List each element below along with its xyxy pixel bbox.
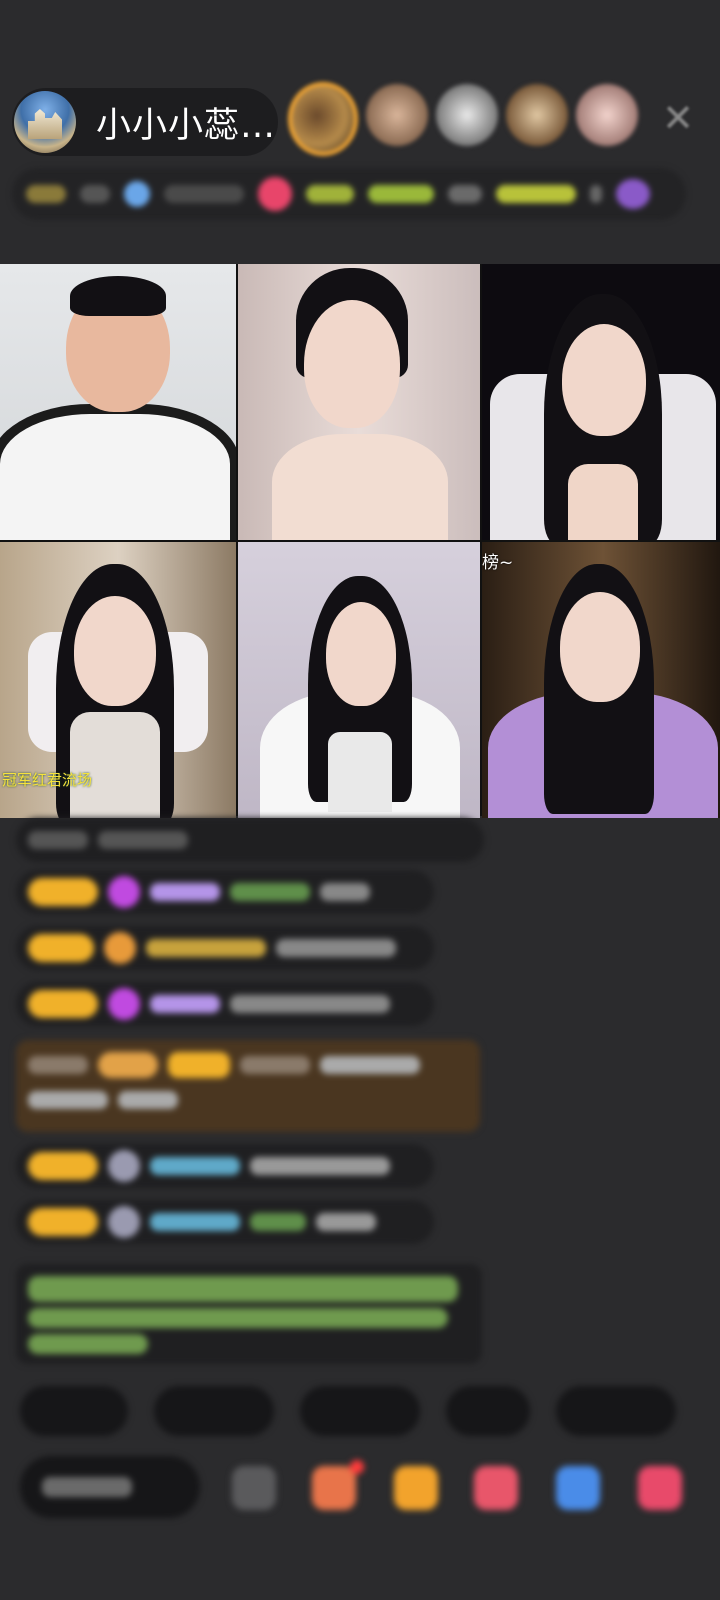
- guest-figure: [272, 434, 448, 540]
- tile-caption: 榜~: [482, 553, 514, 573]
- chat-message[interactable]: [16, 982, 434, 1026]
- share-icon[interactable]: [556, 1466, 600, 1510]
- viewer-avatar[interactable]: [506, 84, 568, 146]
- video-tile-3[interactable]: [482, 264, 720, 540]
- notification-dot: [350, 1460, 364, 1474]
- heart-gift-icon[interactable]: [474, 1466, 518, 1510]
- gift-box-icon[interactable]: [312, 1466, 356, 1510]
- video-tile-6[interactable]: 榜~: [482, 542, 720, 818]
- bottom-action-bar: [20, 1456, 720, 1528]
- multi-guest-video-grid: 冠军红君流场 榜~: [0, 264, 720, 818]
- comment-input[interactable]: [20, 1456, 200, 1518]
- top-viewers-list: [288, 82, 638, 156]
- chat-message[interactable]: [16, 818, 484, 862]
- video-tile-5[interactable]: [238, 542, 480, 818]
- chat-message[interactable]: [16, 870, 434, 914]
- close-icon[interactable]: ✕: [658, 98, 698, 138]
- chat-message[interactable]: [16, 926, 434, 970]
- video-tile-1[interactable]: [0, 264, 236, 540]
- system-notice: [16, 1264, 482, 1364]
- emoji-icon[interactable]: [232, 1466, 276, 1510]
- viewer-avatar[interactable]: [436, 84, 498, 146]
- guest-figure: [0, 404, 236, 540]
- guest-figure: [70, 276, 166, 316]
- chat-message-highlight[interactable]: [16, 1040, 480, 1132]
- viewer-avatar[interactable]: [288, 82, 358, 156]
- guest-figure: [326, 602, 396, 706]
- tile-caption: 冠军红君流场: [2, 771, 93, 789]
- host-name: 小小小蕊…: [96, 105, 277, 146]
- quick-chip[interactable]: [446, 1386, 530, 1436]
- viewer-avatar[interactable]: [366, 84, 428, 146]
- viewer-avatar[interactable]: [576, 84, 638, 146]
- ranking-strip[interactable]: [12, 168, 686, 220]
- guest-figure: [560, 592, 640, 702]
- video-tile-2[interactable]: [238, 264, 480, 540]
- quick-chip[interactable]: [20, 1386, 128, 1436]
- host-profile-pill[interactable]: 小小小蕊…: [12, 88, 278, 156]
- chat-message[interactable]: [16, 1200, 434, 1244]
- guest-figure: [74, 596, 156, 706]
- guest-figure: [304, 300, 400, 428]
- guest-figure: [328, 732, 392, 812]
- quick-chip[interactable]: [300, 1386, 420, 1436]
- guest-figure: [568, 464, 638, 540]
- quick-reply-chips: [20, 1386, 720, 1436]
- host-avatar[interactable]: [14, 91, 76, 153]
- video-tile-4[interactable]: 冠军红君流场: [0, 542, 236, 818]
- quick-chip[interactable]: [154, 1386, 274, 1436]
- chat-message[interactable]: [16, 1144, 434, 1188]
- more-icon[interactable]: [638, 1466, 682, 1510]
- quick-chip[interactable]: [556, 1386, 676, 1436]
- gift-icon[interactable]: [394, 1466, 438, 1510]
- guest-figure: [562, 324, 646, 436]
- guest-figure: [70, 712, 160, 818]
